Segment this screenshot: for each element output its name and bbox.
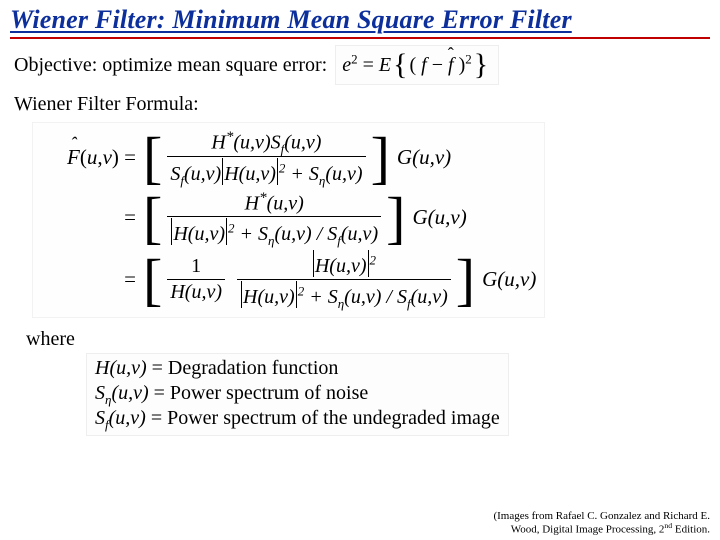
formula-line-1: F(u,v) = [ H*(u,v)Sf(u,v) Sf(u,v)H(u,v)2… <box>51 129 536 186</box>
objective-equation: e2 = E { ( f − f )2 } <box>335 45 499 85</box>
def-h: H(u,v) = Degradation function <box>95 356 500 381</box>
page-title: Wiener Filter: Minimum Mean Square Error… <box>10 5 572 34</box>
definitions-box: H(u,v) = Degradation function Sη(u,v) = … <box>86 353 509 436</box>
formula-label: Wiener Filter Formula: <box>14 93 706 116</box>
formula-line-2: = [ H*(u,v) H(u,v)2 + Sη(u,v) / Sf(u,v) … <box>51 190 536 247</box>
objective-row: Objective: optimize mean square error: e… <box>14 45 706 85</box>
attribution: (Images from Rafael C. Gonzalez and Rich… <box>493 510 710 536</box>
wiener-formula: F(u,v) = [ H*(u,v)Sf(u,v) Sf(u,v)H(u,v)2… <box>32 122 545 318</box>
where-label: where <box>26 328 706 351</box>
def-sn: Sη(u,v) = Power spectrum of noise <box>95 381 500 406</box>
formula-line-3: = [ 1 H(u,v) H(u,v)2 H(u,v)2 + Sη(u,v) /… <box>51 250 536 309</box>
def-sf: Sf(u,v) = Power spectrum of the undegrad… <box>95 406 500 431</box>
objective-label: Objective: optimize mean square error: <box>14 54 327 77</box>
